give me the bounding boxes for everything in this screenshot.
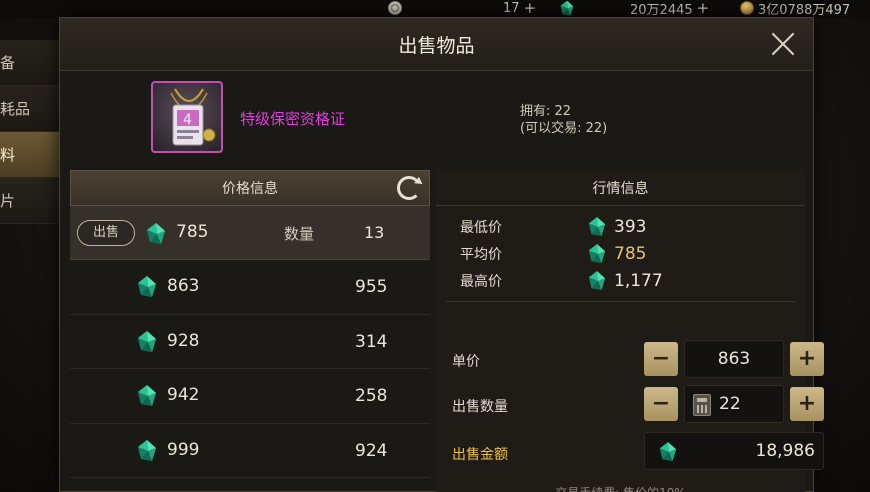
unit-price-minus-button[interactable]: − bbox=[644, 342, 678, 376]
gold-currency: 3亿0788万497 bbox=[740, 0, 851, 18]
my-listing-qty-label: 数量 bbox=[284, 225, 315, 243]
price-panel-header: 价格信息 bbox=[70, 170, 430, 206]
avg-price-row: 平均价 785 bbox=[460, 243, 646, 265]
gem-icon bbox=[137, 439, 157, 463]
inventory-side-menu: 备 耗品 料 片 bbox=[0, 40, 60, 224]
gold-balance: 3亿0788万497 bbox=[758, 2, 851, 18]
sell-item-dialog: 出售物品 4 特级保密资格证 拥有: 22 (可以交易: 22) 价格信息 出售… bbox=[59, 17, 824, 492]
calculator-icon[interactable] bbox=[693, 394, 711, 416]
gem-balance-group: 20万2445 + bbox=[630, 0, 710, 18]
my-listing-row: 出售 785 数量 13 bbox=[70, 206, 430, 260]
my-listing-qty: 13 bbox=[364, 223, 385, 242]
certificate-card-icon: 4 bbox=[151, 81, 223, 153]
market-info-panel: 行情信息 最低价 393 平均价 785 最高价 1,177 单价 − 863 … bbox=[436, 170, 824, 492]
listing-price: 863 bbox=[167, 276, 200, 296]
gem-icon bbox=[137, 330, 157, 354]
refresh-icon[interactable] bbox=[397, 176, 421, 200]
avg-price-label: 平均价 bbox=[460, 247, 502, 263]
gem-currency bbox=[560, 0, 574, 16]
min-price-row: 最低价 393 bbox=[460, 216, 646, 238]
game-screen: 17 + 20万2445 + 3亿0788万497 备 耗品 料 片 出售物品 bbox=[0, 0, 870, 492]
ticket-icon bbox=[388, 1, 402, 15]
ticket-count-group: 17 + bbox=[503, 0, 536, 16]
currency-bar: 17 + 20万2445 + 3亿0788万497 bbox=[0, 0, 870, 18]
unit-price-label: 单价 bbox=[452, 354, 480, 370]
listing-row[interactable]: 999 924 bbox=[70, 424, 430, 478]
listing-row[interactable]: 863 955 bbox=[70, 260, 430, 315]
divider bbox=[446, 301, 795, 302]
market-panel-title: 行情信息 bbox=[436, 170, 805, 206]
total-amount-label: 出售金额 bbox=[452, 447, 508, 463]
listing-price: 942 bbox=[167, 385, 200, 405]
sell-qty-minus-button[interactable]: − bbox=[644, 387, 678, 421]
listing-qty: 955 bbox=[355, 277, 388, 297]
max-price-label: 最高价 bbox=[460, 274, 502, 290]
gold-coin-icon bbox=[740, 1, 754, 15]
my-listing-price: 785 bbox=[176, 222, 209, 242]
avg-price-value: 785 bbox=[614, 244, 647, 264]
total-amount-value: 18,986 bbox=[755, 441, 815, 461]
sell-qty-value: 22 bbox=[719, 394, 741, 414]
side-menu-item-materials[interactable]: 料 bbox=[0, 132, 60, 178]
sell-qty-plus-button[interactable]: + bbox=[790, 387, 824, 421]
price-info-panel: 价格信息 出售 785 数量 13 863 955 928 314 942 25… bbox=[70, 170, 430, 478]
listing-qty: 314 bbox=[355, 331, 388, 352]
gem-icon bbox=[146, 222, 166, 246]
gem-icon bbox=[588, 216, 606, 238]
unit-price-input[interactable]: 863 bbox=[684, 340, 784, 378]
gem-icon bbox=[560, 0, 574, 17]
sell-qty-input[interactable]: 22 bbox=[684, 385, 784, 423]
unit-price-plus-button[interactable]: + bbox=[790, 342, 824, 376]
close-icon[interactable] bbox=[769, 30, 797, 58]
svg-text:4: 4 bbox=[183, 112, 192, 128]
listing-price: 928 bbox=[167, 330, 200, 351]
side-menu-label: 耗品 bbox=[0, 100, 31, 118]
max-price-row: 最高价 1,177 bbox=[460, 270, 663, 292]
gem-icon bbox=[137, 275, 157, 299]
fee-note: 交易手续费: 售价的10% bbox=[436, 484, 805, 492]
gem-icon bbox=[659, 441, 677, 463]
side-menu-label: 料 bbox=[0, 146, 16, 164]
price-panel-title: 价格信息 bbox=[222, 181, 278, 197]
ticket-currency bbox=[388, 0, 402, 16]
my-listing-tag[interactable]: 出售 bbox=[77, 220, 135, 246]
total-amount-box: 18,986 bbox=[644, 432, 824, 470]
side-menu-item-cards[interactable]: 片 bbox=[0, 178, 60, 224]
gem-icon bbox=[588, 270, 606, 292]
sell-qty-label: 出售数量 bbox=[452, 399, 508, 415]
side-menu-item-equipment[interactable]: 备 bbox=[0, 40, 60, 86]
item-name: 特级保密资格证 bbox=[240, 110, 346, 128]
listing-qty: 924 bbox=[355, 440, 388, 461]
gem-icon bbox=[137, 384, 157, 408]
listing-price: 999 bbox=[167, 439, 200, 460]
side-menu-label: 备 bbox=[0, 54, 16, 72]
min-price-label: 最低价 bbox=[460, 220, 502, 236]
side-menu-item-consumables[interactable]: 耗品 bbox=[0, 86, 60, 132]
item-summary: 4 特级保密资格证 拥有: 22 (可以交易: 22) bbox=[60, 71, 813, 171]
listing-row[interactable]: 942 258 bbox=[70, 369, 430, 424]
add-ticket-plus-icon[interactable]: + bbox=[524, 1, 537, 16]
dialog-header: 出售物品 bbox=[60, 18, 813, 71]
add-gem-plus-icon[interactable]: + bbox=[697, 1, 710, 16]
listing-qty: 258 bbox=[355, 386, 388, 406]
min-price-value: 393 bbox=[614, 217, 647, 237]
side-menu-label: 片 bbox=[0, 192, 16, 210]
max-price-value: 1,177 bbox=[614, 271, 663, 291]
dialog-title: 出售物品 bbox=[398, 35, 475, 57]
ticket-count: 17 bbox=[503, 0, 520, 16]
tradable-count: (可以交易: 22) bbox=[520, 121, 608, 136]
listing-row[interactable]: 928 314 bbox=[70, 315, 430, 369]
gem-balance: 20万2445 bbox=[630, 2, 693, 18]
gem-icon bbox=[588, 243, 606, 265]
